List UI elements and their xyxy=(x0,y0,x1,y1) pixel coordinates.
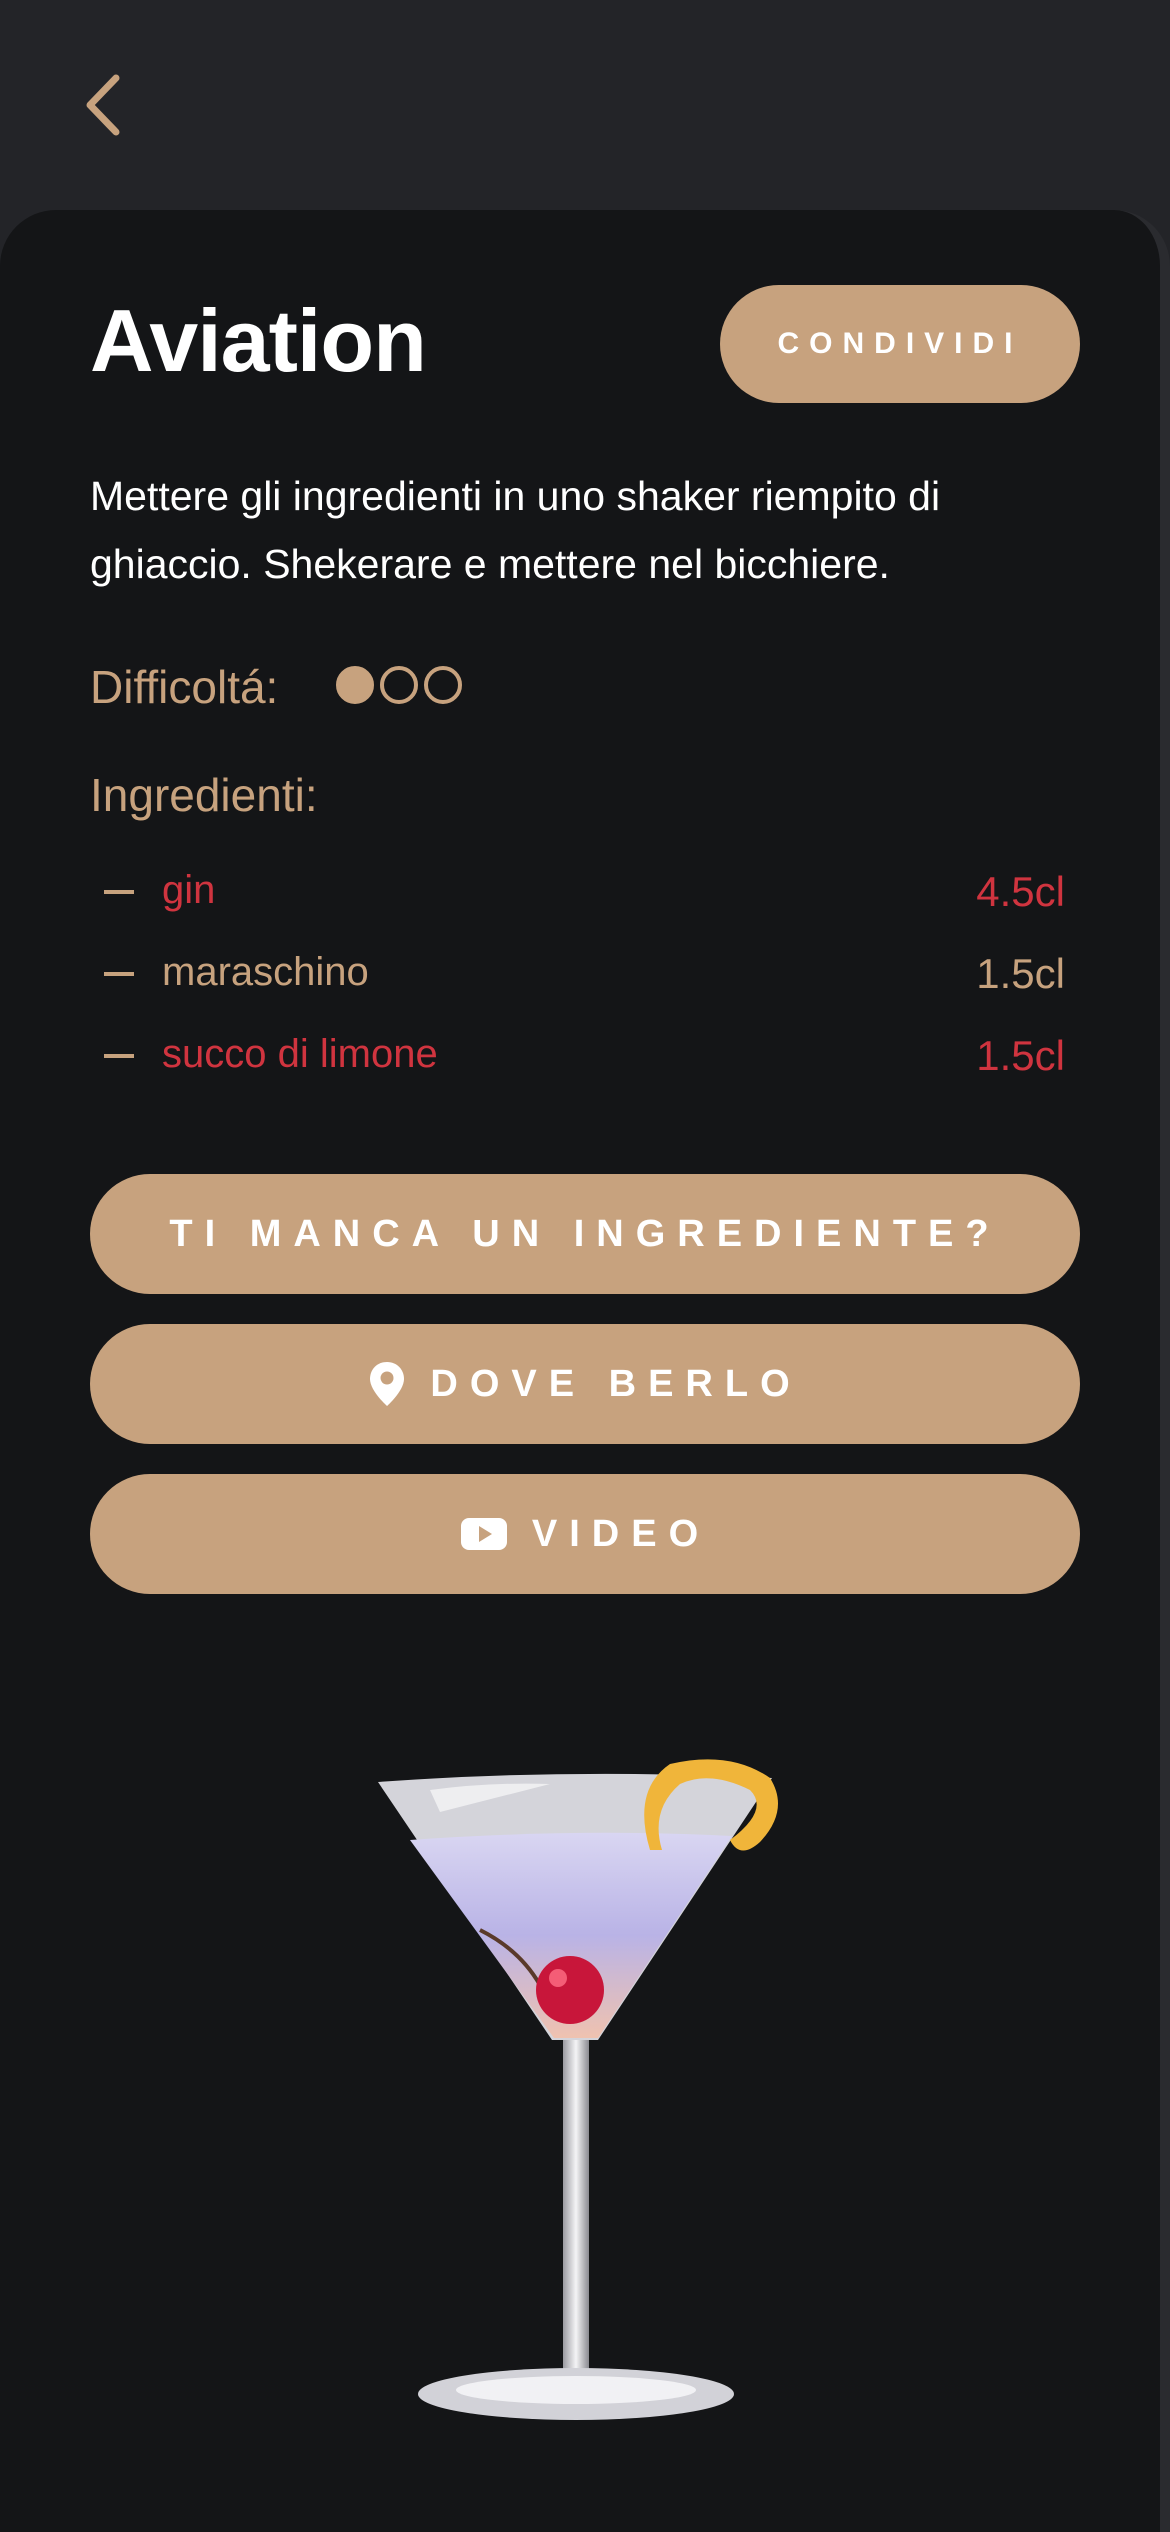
back-button[interactable] xyxy=(78,70,138,140)
chevron-left-icon xyxy=(86,74,120,136)
where-to-drink-button[interactable]: DOVE BERLO xyxy=(90,1324,1080,1444)
ingredient-quantity: 4.5cl xyxy=(976,868,1065,915)
difficulty-indicator xyxy=(336,666,462,704)
ingredient-name: gin xyxy=(162,868,216,912)
ingredient-quantity: 1.5cl xyxy=(976,1032,1065,1079)
ingredient-name: succo di limone xyxy=(162,1032,438,1076)
cocktail-title: Aviation xyxy=(90,291,427,390)
missing-ingredient-button[interactable]: TI MANCA UN INGREDIENTE? xyxy=(90,1174,1080,1294)
top-bar xyxy=(0,0,1170,210)
missing-ingredient-label: TI MANCA UN INGREDIENTE? xyxy=(169,1212,1001,1255)
cocktail-glass-image xyxy=(378,1759,778,2420)
difficulty-dot-filled xyxy=(336,666,374,704)
map-pin-icon xyxy=(370,1362,405,1406)
ingredient-row: gin 4.5cl xyxy=(90,860,1065,942)
ingredient-name: maraschino xyxy=(162,950,369,994)
difficulty-label: Difficoltá: xyxy=(90,661,279,713)
where-to-drink-label: DOVE BERLO xyxy=(430,1362,802,1405)
cocktail-description: Mettere gli ingredienti in uno shaker ri… xyxy=(90,473,941,587)
list-dash xyxy=(104,972,134,976)
ingredients-list: gin 4.5cl maraschino 1.5cl succo di limo… xyxy=(90,860,1065,1106)
ingredient-row: succo di limone 1.5cl xyxy=(90,1024,1065,1106)
list-dash xyxy=(104,890,134,894)
youtube-icon xyxy=(460,1518,507,1550)
difficulty-dot-empty xyxy=(380,666,418,704)
list-dash xyxy=(104,1054,134,1058)
ingredient-row: maraschino 1.5cl xyxy=(90,942,1065,1024)
video-label: VIDEO xyxy=(531,1512,711,1555)
share-button[interactable]: CONDIVIDI xyxy=(720,285,1080,403)
video-button[interactable]: VIDEO xyxy=(90,1474,1080,1594)
ingredients-title: Ingredienti: xyxy=(90,769,318,821)
ingredient-quantity: 1.5cl xyxy=(976,950,1065,997)
difficulty-dot-empty xyxy=(424,666,462,704)
